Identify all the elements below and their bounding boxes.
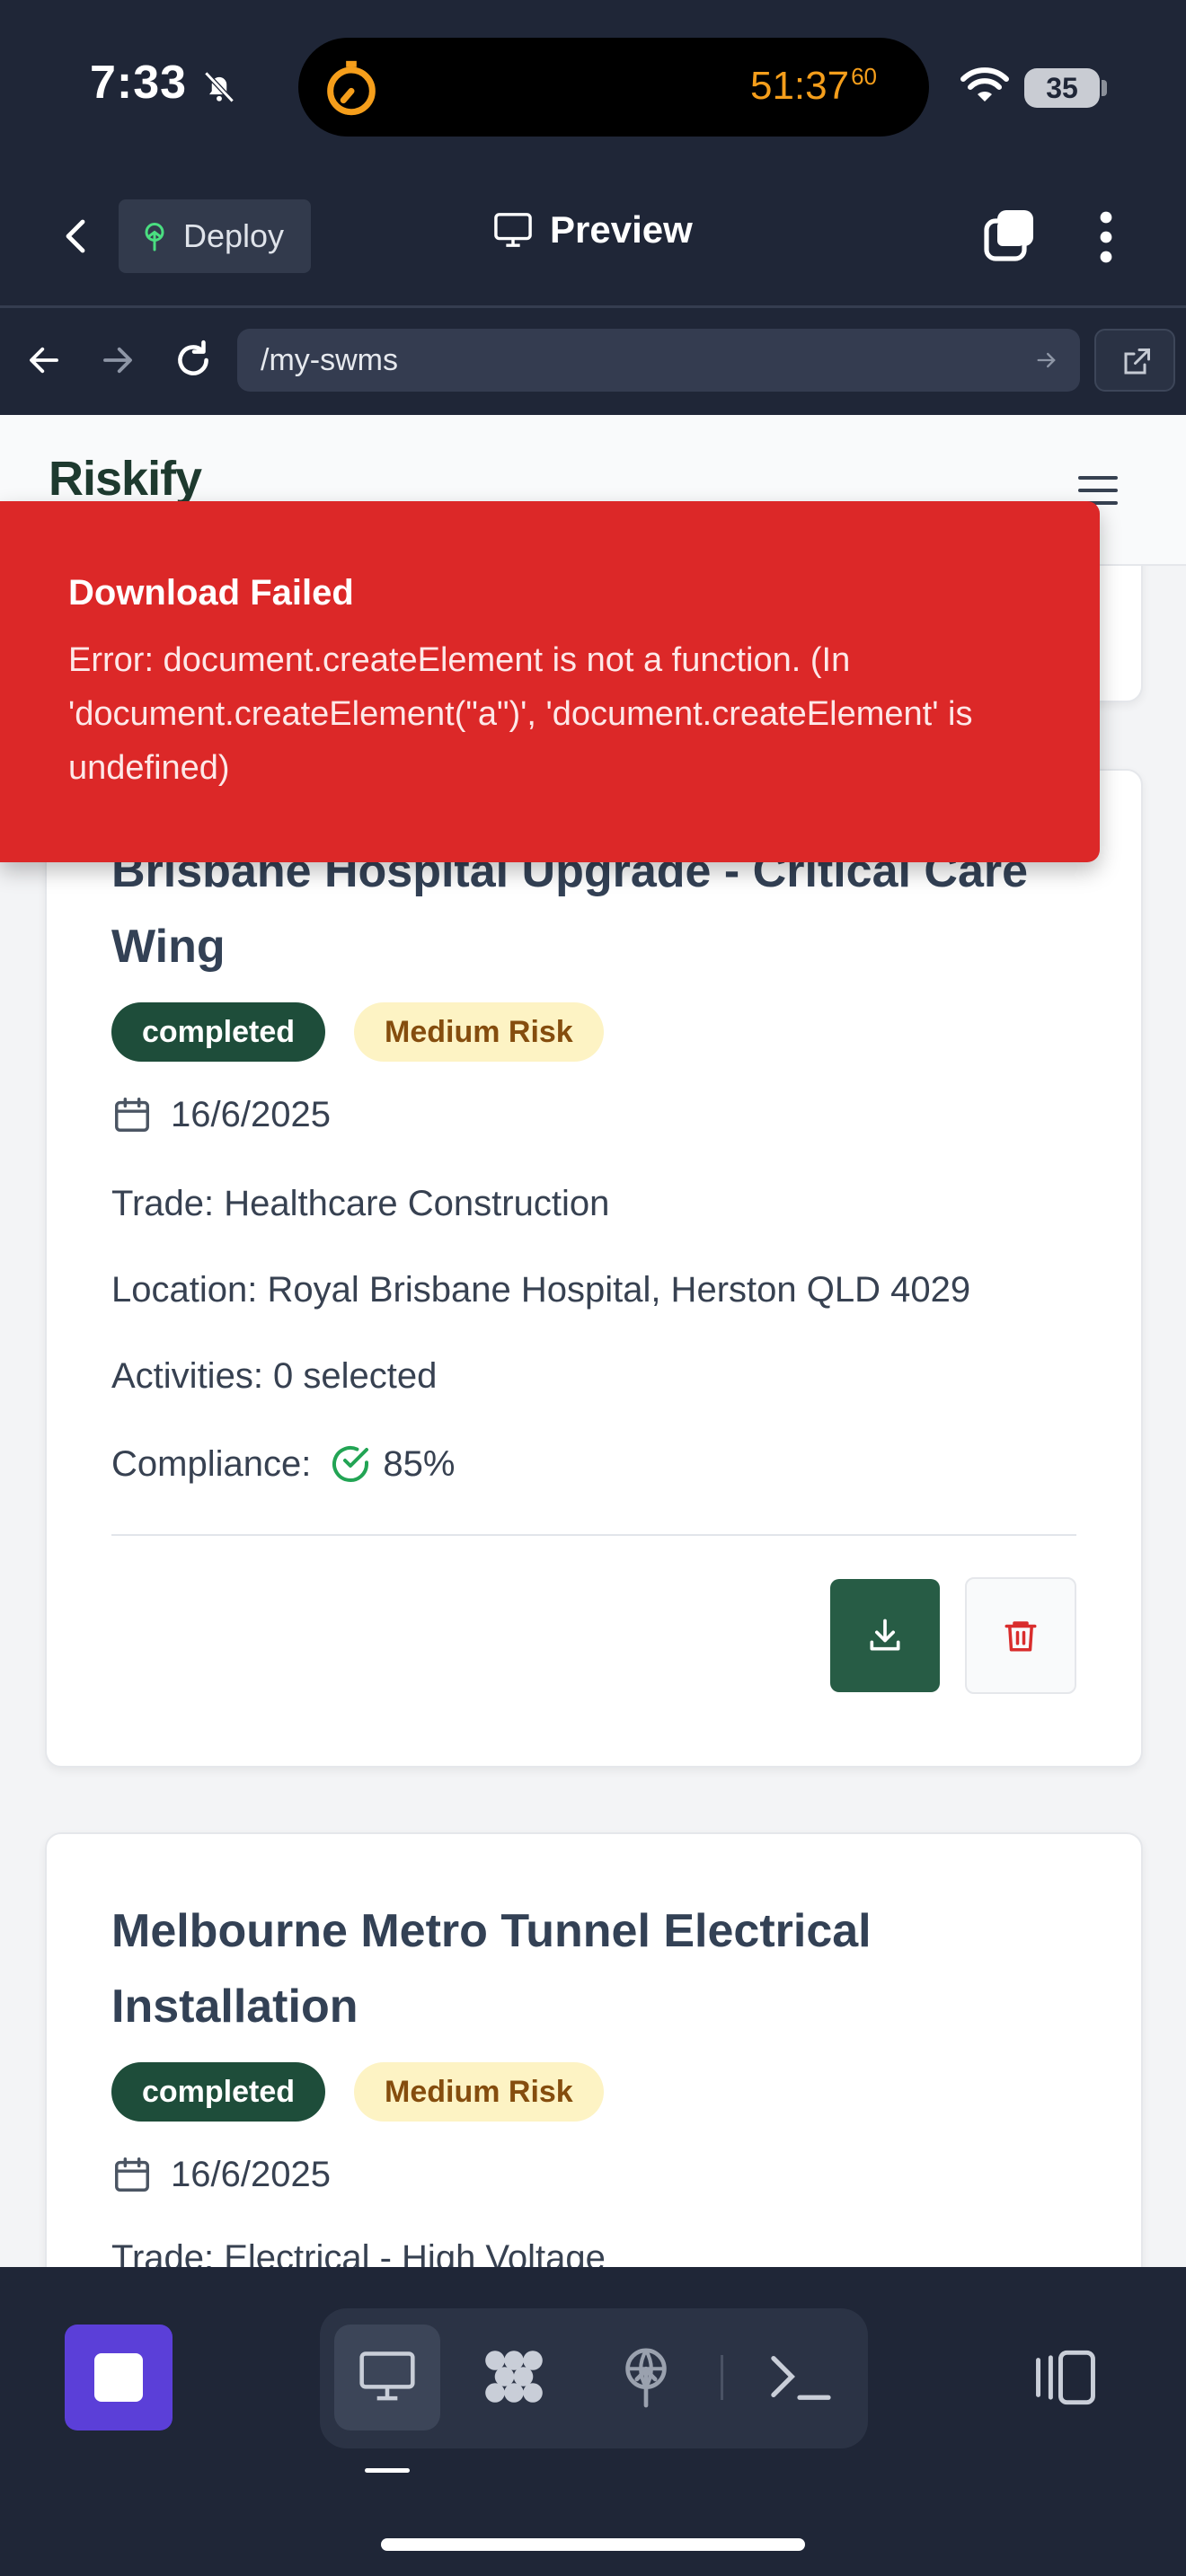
- deploy-icon: [145, 223, 164, 251]
- open-external-button[interactable]: [1094, 329, 1175, 392]
- compliance-row: Compliance: 85%: [111, 1442, 455, 1486]
- location-text: Location: Royal Brisbane Hospital, Herst…: [111, 1270, 971, 1310]
- terminal-icon[interactable]: [766, 2348, 834, 2405]
- reload-icon[interactable]: [171, 338, 216, 383]
- back-chevron-icon[interactable]: [56, 212, 99, 260]
- download-icon: [870, 1619, 900, 1651]
- calendar-icon: [115, 2157, 149, 2192]
- preview-tab[interactable]: Preview: [492, 208, 693, 251]
- date-text: 16/6/2025: [171, 1094, 331, 1134]
- swms-card: Brisbane Hospital Upgrade - Critical Car…: [45, 769, 1143, 1768]
- external-link-icon: [1124, 348, 1150, 375]
- risk-badge: Medium Risk: [354, 1002, 604, 1062]
- stop-button[interactable]: [65, 2325, 173, 2430]
- deploy-globe-icon[interactable]: [615, 2342, 677, 2411]
- browser-forward-icon[interactable]: [97, 341, 138, 379]
- preview-monitor-icon: [359, 2351, 415, 2401]
- preview-label: Preview: [550, 208, 693, 251]
- browser-back-icon[interactable]: [23, 341, 65, 379]
- tool-separator: [721, 2355, 723, 2400]
- delete-button[interactable]: [965, 1577, 1076, 1694]
- home-indicator[interactable]: [381, 2538, 805, 2551]
- dynamic-island: 51:3760: [298, 38, 929, 137]
- stop-icon: [94, 2353, 143, 2402]
- swms-card: Melbourne Metro Tunnel Electrical Instal…: [45, 1832, 1143, 2267]
- toast-message: Error: document.createElement is not a f…: [68, 641, 973, 787]
- trade-text: Trade: Healthcare Construction: [111, 1184, 610, 1223]
- status-time: 7:33: [90, 57, 188, 109]
- check-circle-icon: [332, 1446, 369, 1482]
- panel-layout-icon[interactable]: [1033, 2346, 1098, 2409]
- battery-tip: [1102, 80, 1107, 96]
- toast-title: Download Failed: [68, 573, 354, 613]
- stopwatch-icon: [327, 60, 376, 116]
- monitor-icon: [494, 213, 532, 247]
- trade-text: Trade: Electrical - High Voltage: [111, 2238, 606, 2267]
- status-badge: completed: [111, 2062, 326, 2122]
- url-input[interactable]: /my-swms: [237, 329, 1080, 392]
- calendar-icon: [115, 1098, 149, 1132]
- header-divider: [0, 305, 1186, 308]
- agent-icon[interactable]: [478, 2344, 550, 2409]
- risk-badge: Medium Risk: [354, 2062, 604, 2122]
- compliance-value: 85%: [383, 1443, 456, 1484]
- status-badge: completed: [111, 1002, 326, 1062]
- error-toast[interactable]: Download Failed Error: document.createEl…: [0, 501, 1100, 862]
- download-button[interactable]: [830, 1579, 940, 1692]
- tabs-icon[interactable]: [981, 207, 1039, 264]
- more-vertical-icon[interactable]: [1091, 210, 1121, 264]
- url-text: /my-swms: [261, 343, 398, 377]
- bell-muted-icon: [204, 71, 235, 103]
- date-text: 16/6/2025: [171, 2154, 331, 2194]
- card-title[interactable]: Melbourne Metro Tunnel Electrical Instal…: [111, 1893, 1082, 2044]
- trash-icon: [1005, 1621, 1037, 1652]
- battery-indicator: 35: [1024, 68, 1100, 108]
- active-tool-indicator: [365, 2468, 410, 2473]
- date-row: 16/6/2025: [111, 2154, 331, 2195]
- timer-readout: 51:3760: [749, 63, 877, 108]
- riskify-logo[interactable]: Riskify: [49, 451, 202, 507]
- activities-text: Activities: 0 selected: [111, 1356, 438, 1396]
- compliance-label: Compliance:: [111, 1443, 312, 1484]
- go-arrow-icon[interactable]: [1033, 348, 1060, 373]
- date-row: 16/6/2025: [111, 1094, 331, 1135]
- deploy-button[interactable]: Deploy: [119, 199, 311, 273]
- wifi-icon: [960, 67, 1009, 101]
- card-divider: [111, 1534, 1076, 1536]
- deploy-label: Deploy: [183, 217, 285, 254]
